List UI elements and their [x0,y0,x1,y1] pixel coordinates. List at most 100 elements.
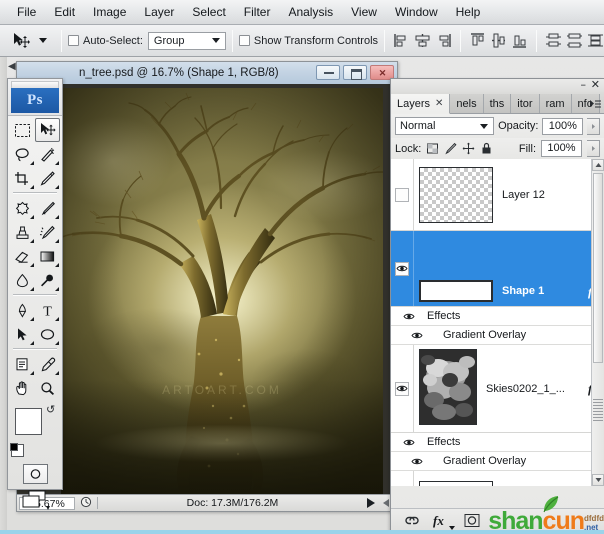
default-colors-icon[interactable] [11,444,24,457]
quick-mask-icon[interactable] [23,464,48,484]
menu-item-layer[interactable]: Layer [135,2,183,22]
fill-stepper[interactable] [587,140,600,157]
play-triangle-icon[interactable] [367,498,375,508]
menu-item-edit[interactable]: Edit [45,2,84,22]
magic-wand-tool[interactable] [35,142,60,166]
list-item[interactable]: Gradient Overlay [391,452,604,471]
scrollbar-thumb[interactable] [593,173,603,363]
effects-visibility-cell[interactable] [391,307,427,325]
close-icon[interactable]: ✕ [591,79,600,90]
table-row[interactable] [391,471,604,486]
auto-select-checkbox[interactable] [68,35,79,46]
eraser-tool[interactable] [10,244,35,268]
align-bottom-edges-icon[interactable] [510,31,529,50]
screen-mode-icon[interactable] [20,489,50,511]
clock-icon[interactable] [75,495,97,511]
tab-navigator[interactable]: itor [511,94,539,113]
tab-close-icon[interactable]: ✕ [435,98,443,109]
left-triangle-icon[interactable] [383,499,389,507]
lock-transparent-pixels-icon[interactable] [426,142,439,155]
layer-thumbnail[interactable] [419,481,493,487]
menu-item-analysis[interactable]: Analysis [279,2,342,22]
menu-item-filter[interactable]: Filter [235,2,280,22]
link-layers-icon[interactable] [403,513,421,530]
align-right-edges-icon[interactable] [434,31,453,50]
tab-channels[interactable]: nels [450,94,483,113]
notes-tool[interactable] [10,352,35,376]
layer-name[interactable]: Shape 1 [499,285,588,306]
menu-item-file[interactable]: File [8,2,45,22]
menu-item-help[interactable]: Help [447,2,490,22]
layer-name[interactable]: Skies0202_1_... [483,383,588,395]
eye-icon[interactable] [403,438,415,447]
crop-tool[interactable] [10,166,35,190]
distribute-vertical-centers-icon[interactable] [565,31,584,50]
add-layer-mask-icon[interactable] [463,513,481,530]
layer-thumbnail-cell[interactable] [414,477,499,487]
restore-button[interactable] [343,65,367,80]
layer-visibility-cell[interactable] [391,345,414,432]
effect-visibility-cell[interactable] [391,326,443,344]
align-vertical-centers-icon[interactable] [489,31,508,50]
eye-icon-off[interactable] [395,188,409,202]
eye-icon[interactable] [411,457,423,466]
add-layer-style-icon[interactable]: fx [433,513,451,530]
eyedropper-tool[interactable] [35,352,60,376]
gradient-tool[interactable] [35,244,60,268]
table-row[interactable]: Layer 12 [391,159,604,231]
swap-colors-icon[interactable]: ↺ [46,404,57,415]
blur-tool[interactable] [10,268,35,292]
menu-item-image[interactable]: Image [84,2,135,22]
layers-scrollbar[interactable] [591,159,604,486]
fill-field[interactable]: 100% [541,140,582,157]
auto-select-dropdown[interactable]: Group [148,32,226,50]
list-item[interactable]: Effects [391,433,604,452]
lock-all-icon[interactable] [480,142,493,155]
dodge-tool[interactable] [35,268,60,292]
eye-icon[interactable] [395,262,409,276]
pen-tool[interactable] [10,298,35,322]
foreground-color-swatch[interactable] [15,408,42,435]
align-left-edges-icon[interactable] [392,31,411,50]
tab-paths[interactable]: ths [484,94,512,113]
brush-tool[interactable] [35,196,60,220]
path-selection-tool[interactable] [10,322,35,346]
slice-tool[interactable] [35,166,60,190]
opacity-stepper[interactable] [587,118,600,135]
layer-name[interactable]: Layer 12 [499,189,604,201]
align-horizontal-centers-icon[interactable] [413,31,432,50]
image-canvas[interactable]: ARTOART.COM [61,88,383,494]
type-tool[interactable]: T [35,298,60,322]
list-item[interactable]: Gradient Overlay [391,326,604,345]
opacity-field[interactable]: 100% [542,118,583,135]
layer-thumbnail-cell[interactable] [414,163,499,227]
menu-item-view[interactable]: View [342,2,386,22]
eye-icon[interactable] [395,382,409,396]
history-brush-tool[interactable] [35,220,60,244]
layer-visibility-cell[interactable] [391,231,414,306]
layer-visibility-cell[interactable] [391,159,414,230]
menu-item-select[interactable]: Select [183,2,234,22]
layer-thumbnail[interactable] [419,167,493,223]
table-row[interactable]: Shape 1 fx [391,231,604,307]
lock-image-pixels-icon[interactable] [444,142,457,155]
clone-stamp-tool[interactable] [10,220,35,244]
show-transform-controls-checkbox[interactable] [239,35,250,46]
scroll-up-arrow[interactable] [592,159,604,171]
layer-visibility-cell[interactable] [391,471,414,486]
panel-menu-icon[interactable] [588,97,602,111]
list-item[interactable]: Effects [391,307,604,326]
spot-healing-brush-tool[interactable] [10,196,35,220]
ellipse-tool[interactable] [35,322,60,346]
eye-icon[interactable] [403,312,415,321]
move-tool[interactable] [35,118,60,142]
layer-thumbnail[interactable] [419,280,493,302]
canvas-area[interactable]: ARTOART.COM [17,84,397,494]
lock-position-icon[interactable] [462,142,475,155]
distribute-top-edges-icon[interactable] [544,31,563,50]
zoom-tool[interactable] [35,376,60,400]
current-tool-button[interactable] [7,30,55,51]
minimize-button[interactable] [316,65,340,80]
tool-preset-chevron-down-icon[interactable] [39,38,47,43]
distribute-bottom-edges-icon[interactable] [586,31,604,50]
